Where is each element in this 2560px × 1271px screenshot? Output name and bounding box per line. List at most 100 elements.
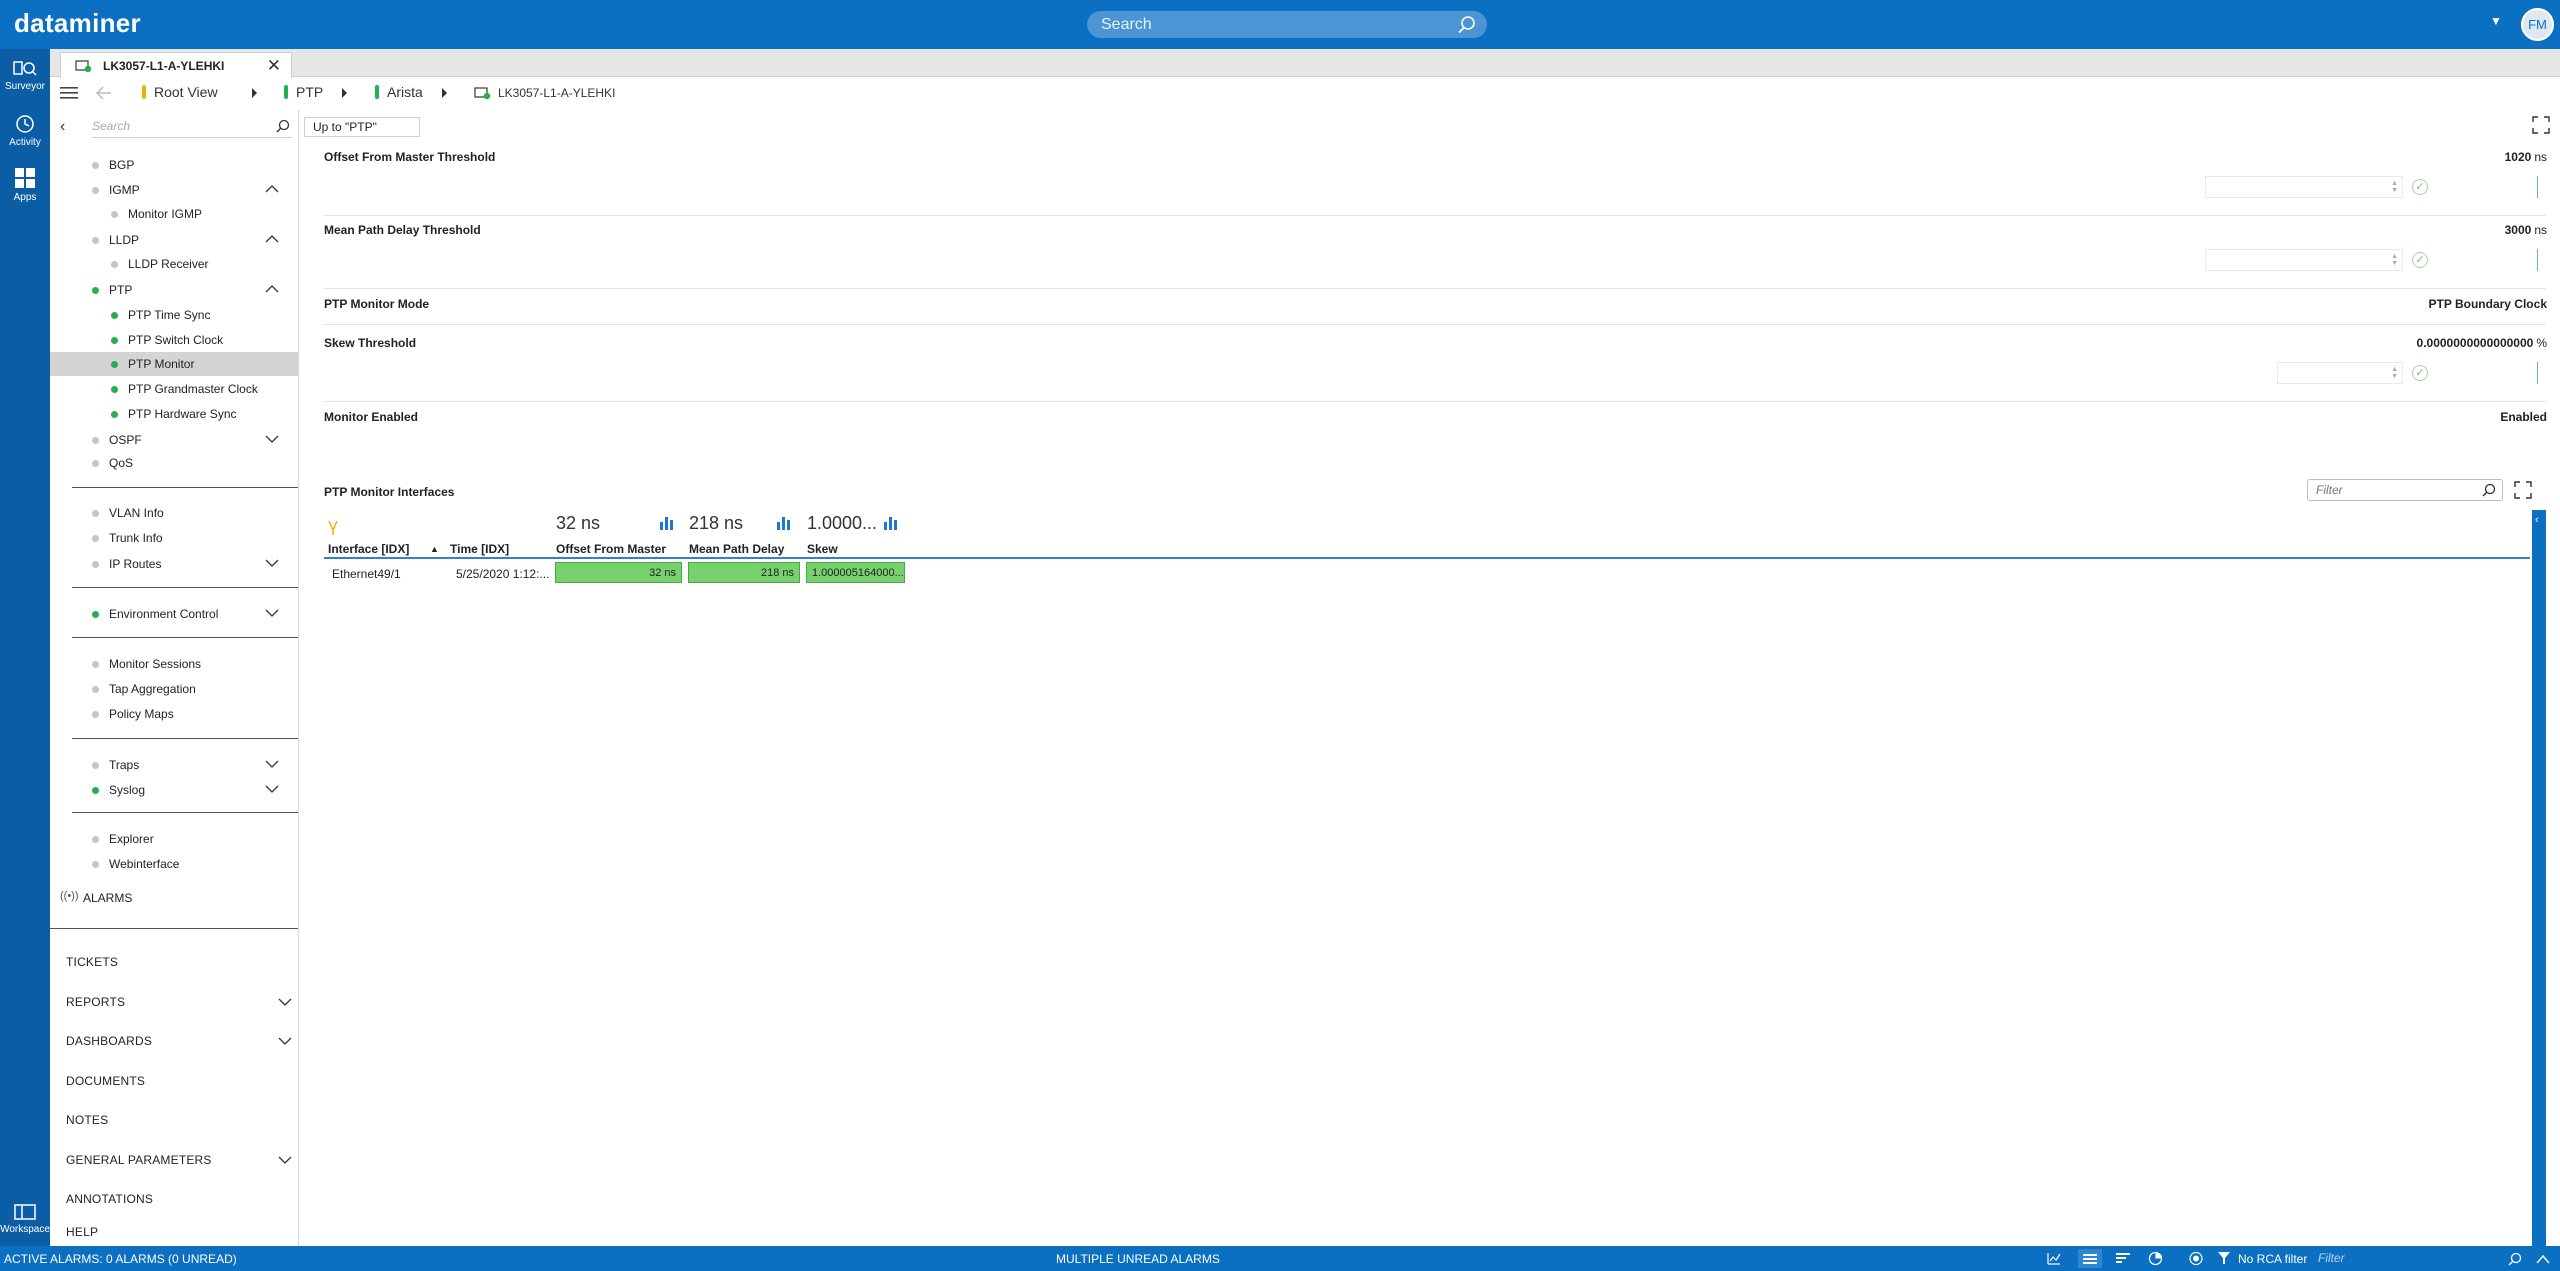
sidebar-item-ptp[interactable]: PTP (50, 278, 299, 302)
chevron-up-icon[interactable] (2536, 1254, 2550, 1264)
collapse-arrow-icon[interactable]: ‹ (60, 118, 65, 136)
delay-threshold-input[interactable]: ▲ ▼ (2205, 249, 2403, 271)
sidebar-section-tickets[interactable]: TICKETS (66, 955, 118, 969)
sidebar-item-traps[interactable]: Traps (50, 753, 299, 777)
confirm-icon[interactable]: ✓ (2412, 179, 2428, 195)
sidebar-item-ospf[interactable]: OSPF (50, 428, 299, 452)
chevron-down-icon[interactable] (265, 757, 279, 771)
side-panel-toggle[interactable]: ‹ (2532, 510, 2546, 1246)
sidebar-item-ptp-hardware-sync[interactable]: PTP Hardware Sync (50, 402, 299, 426)
search-icon[interactable] (2508, 1252, 2522, 1266)
table-filter-input[interactable] (2316, 482, 2476, 498)
column-header-skew[interactable]: Skew (807, 542, 838, 556)
rca-filter-status[interactable]: No RCA filter (2238, 1252, 2307, 1266)
sidebar-item-trunk-info[interactable]: Trunk Info (50, 526, 299, 550)
bar-chart-icon[interactable] (776, 515, 792, 531)
fullscreen-icon[interactable] (2532, 116, 2550, 134)
sidebar-item-vlan-info[interactable]: VLAN Info (50, 501, 299, 525)
offset-threshold-input[interactable]: ▲ ▼ (2205, 176, 2403, 198)
chevron-down-icon[interactable] (278, 995, 292, 1009)
rail-item-surveyor[interactable]: Surveyor (0, 59, 50, 92)
pie-chart-icon[interactable] (2148, 1251, 2163, 1266)
rca-icon[interactable] (2188, 1251, 2204, 1266)
rail-item-workspace[interactable]: Workspace (0, 1202, 50, 1235)
back-arrow-icon[interactable] (96, 86, 112, 100)
status-filter-input[interactable] (2318, 1249, 2488, 1267)
sidebar-item-syslog[interactable]: Syslog (50, 778, 299, 802)
list-view-button[interactable] (2078, 1249, 2102, 1268)
column-header-time[interactable]: Time [IDX] (450, 542, 509, 556)
breadcrumb-arrow-icon[interactable] (342, 88, 347, 98)
pin-icon[interactable] (328, 520, 338, 536)
breadcrumb-root-view[interactable]: Root View (142, 84, 218, 100)
sidebar-item-explorer[interactable]: Explorer (50, 827, 299, 851)
sidebar-section-reports[interactable]: REPORTS (66, 995, 292, 1009)
breadcrumb-arista[interactable]: Arista (375, 84, 423, 100)
sidebar-section-general-parameters[interactable]: GENERAL PARAMETERS (66, 1153, 292, 1167)
chevron-down-icon[interactable] (265, 606, 279, 620)
sort-ascending-icon[interactable]: ▲ (430, 544, 439, 554)
bar-chart-icon[interactable] (659, 515, 675, 531)
active-alarms-status[interactable]: ACTIVE ALARMS: 0 ALARMS (0 UNREAD) (4, 1252, 237, 1266)
sidebar-search[interactable] (92, 116, 292, 138)
chevron-down-icon[interactable] (278, 1153, 292, 1167)
sidebar-section-help[interactable]: HELP (66, 1225, 98, 1239)
confirm-icon[interactable]: ✓ (2412, 365, 2428, 381)
chevron-down-icon[interactable] (265, 782, 279, 796)
bar-chart-icon[interactable] (883, 515, 899, 531)
chevron-up-icon[interactable] (265, 282, 279, 296)
sidebar-section-notes[interactable]: NOTES (66, 1113, 108, 1127)
sidebar-item-ptp-time-sync[interactable]: PTP Time Sync (50, 303, 299, 327)
column-header-offset[interactable]: Offset From Master (556, 542, 666, 556)
tab-element[interactable]: LK3057-L1-A-YLEHKI ✕ (60, 52, 292, 78)
sort-icon[interactable] (2116, 1252, 2130, 1265)
global-search[interactable] (1087, 11, 1487, 38)
column-header-delay[interactable]: Mean Path Delay (689, 542, 784, 556)
rail-item-activity[interactable]: Activity (0, 113, 50, 148)
sidebar-item-ip-routes[interactable]: IP Routes (50, 552, 299, 576)
chevron-up-icon[interactable] (265, 182, 279, 196)
chevron-left-icon[interactable]: ‹ (2535, 514, 2539, 526)
user-menu-chevron-icon[interactable]: ▼ (2490, 14, 2502, 28)
unread-alarms-status[interactable]: MULTIPLE UNREAD ALARMS (1056, 1252, 1220, 1266)
chevron-down-icon[interactable] (265, 432, 279, 446)
filter-icon[interactable] (2218, 1252, 2230, 1265)
user-avatar[interactable]: FM (2521, 8, 2554, 41)
sidebar-item-ptp-monitor[interactable]: PTP Monitor (50, 352, 299, 376)
spinner-icon[interactable]: ▲ ▼ (2391, 180, 2398, 194)
search-icon[interactable] (1457, 15, 1477, 35)
chevron-down-icon[interactable] (265, 556, 279, 570)
search-icon[interactable] (2482, 483, 2496, 497)
sidebar-search-input[interactable] (92, 116, 262, 136)
breadcrumb-ptp[interactable]: PTP (284, 84, 323, 100)
sidebar-section-annotations[interactable]: ANNOTATIONS (66, 1192, 153, 1206)
hamburger-icon[interactable] (60, 86, 78, 100)
spinner-icon[interactable]: ▲ ▼ (2391, 253, 2398, 267)
sidebar-item-lldp[interactable]: LLDP (50, 228, 299, 252)
rail-item-apps[interactable]: Apps (0, 166, 50, 203)
spinner-icon[interactable]: ▲ ▼ (2391, 366, 2398, 380)
global-search-input[interactable] (1101, 11, 1441, 38)
sidebar-item-environment-control[interactable]: Environment Control (50, 602, 299, 626)
sidebar-item-ptp-switch-clock[interactable]: PTP Switch Clock (50, 328, 299, 352)
sidebar-item-lldp-receiver[interactable]: LLDP Receiver (50, 252, 299, 276)
close-icon[interactable]: ✕ (267, 56, 281, 76)
sidebar-item-bgp[interactable]: BGP (50, 153, 299, 177)
table-filter[interactable] (2307, 479, 2503, 501)
sidebar-item-ptp-grandmaster-clock[interactable]: PTP Grandmaster Clock (50, 377, 299, 401)
sidebar-item-webinterface[interactable]: Webinterface (50, 852, 299, 876)
sidebar-item-monitor-sessions[interactable]: Monitor Sessions (50, 652, 299, 676)
chevron-down-icon[interactable] (278, 1034, 292, 1048)
sidebar-section-documents[interactable]: DOCUMENTS (66, 1074, 145, 1088)
breadcrumb-element[interactable]: LK3057-L1-A-YLEHKI (474, 86, 615, 100)
sidebar-item-alarms[interactable]: ((•)) ALARMS (50, 886, 299, 910)
sidebar-item-monitor-igmp[interactable]: Monitor IGMP (50, 202, 299, 226)
confirm-icon[interactable]: ✓ (2412, 252, 2428, 268)
breadcrumb-arrow-icon[interactable] (442, 88, 447, 98)
skew-threshold-input[interactable]: ▲ ▼ (2277, 362, 2403, 384)
sidebar-item-qos[interactable]: QoS (50, 451, 299, 475)
table-fullscreen-icon[interactable] (2514, 481, 2532, 499)
sidebar-item-tap-aggregation[interactable]: Tap Aggregation (50, 677, 299, 701)
breadcrumb-arrow-icon[interactable] (252, 88, 257, 98)
status-filter[interactable] (2318, 1249, 2513, 1268)
